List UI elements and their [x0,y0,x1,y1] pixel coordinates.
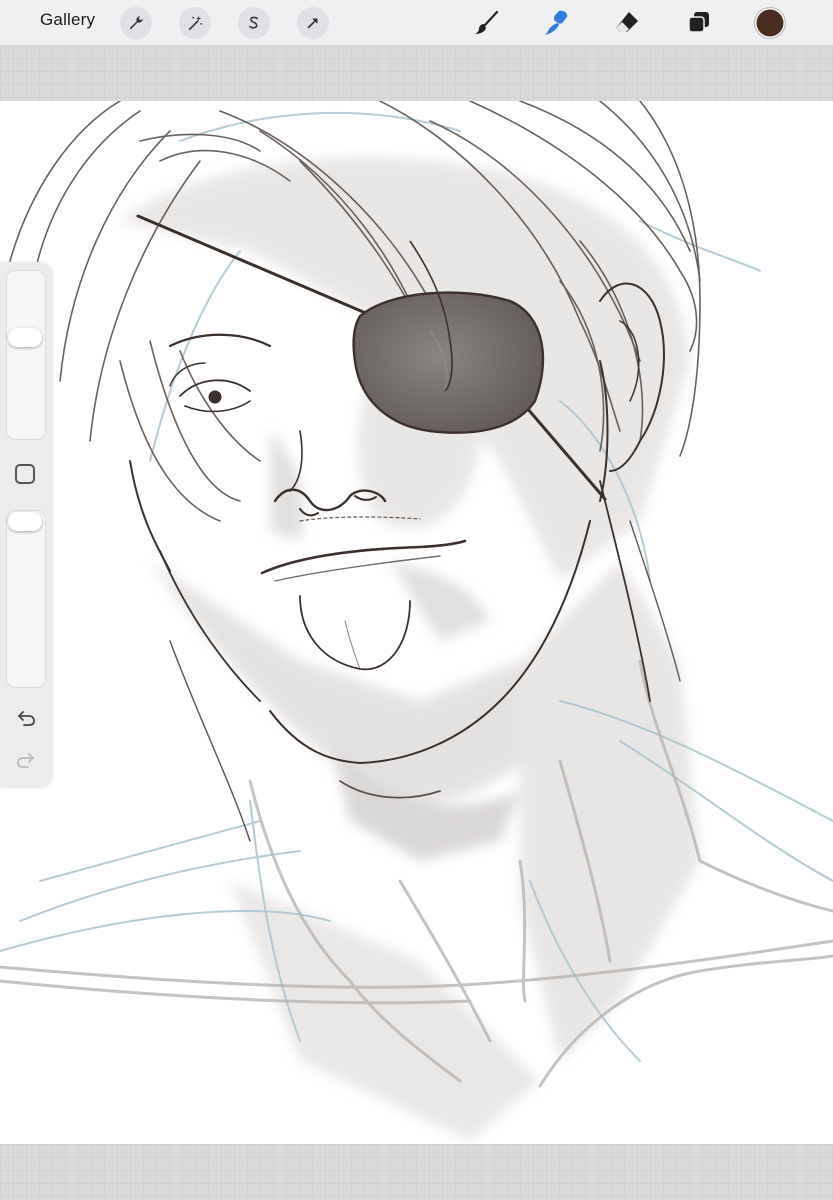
layers-icon [688,12,709,33]
smudge-tool-button[interactable] [540,6,574,40]
opacity-slider-thumb[interactable] [8,512,42,531]
selection-button[interactable] [238,7,270,39]
undo-arrow-icon [18,711,35,726]
artwork-sketch [0,101,833,1141]
selection-s-icon [249,16,258,29]
transform-button[interactable] [297,7,329,39]
adjustments-button[interactable] [179,7,211,39]
opacity-slider[interactable] [6,510,46,688]
wrench-icon [129,16,143,30]
actions-button[interactable] [120,7,152,39]
brush-size-slider-thumb[interactable] [8,327,42,347]
workspace-bottom-area [0,1144,833,1200]
left-sidebar [0,262,52,786]
procreate-app: Gallery [0,0,833,1200]
brush-icon [475,10,499,34]
magic-wand-icon [188,15,203,31]
modify-button[interactable] [15,464,35,484]
transform-arrow-icon [307,18,318,29]
color-swatch[interactable] [755,8,785,38]
workspace-top-area [0,45,833,101]
top-toolbar: Gallery [0,0,833,46]
brush-tool-button[interactable] [470,6,504,40]
eraser-icon [616,12,638,32]
gallery-button[interactable]: Gallery [40,10,95,30]
eraser-tool-button[interactable] [610,6,644,40]
drawing-canvas[interactable] [0,101,833,1144]
smudge-icon [545,10,568,35]
redo-arrow-icon [17,753,34,768]
undo-button[interactable] [12,706,40,730]
redo-button[interactable] [12,748,40,772]
brush-size-slider[interactable] [6,270,46,440]
layers-button[interactable] [682,6,716,40]
